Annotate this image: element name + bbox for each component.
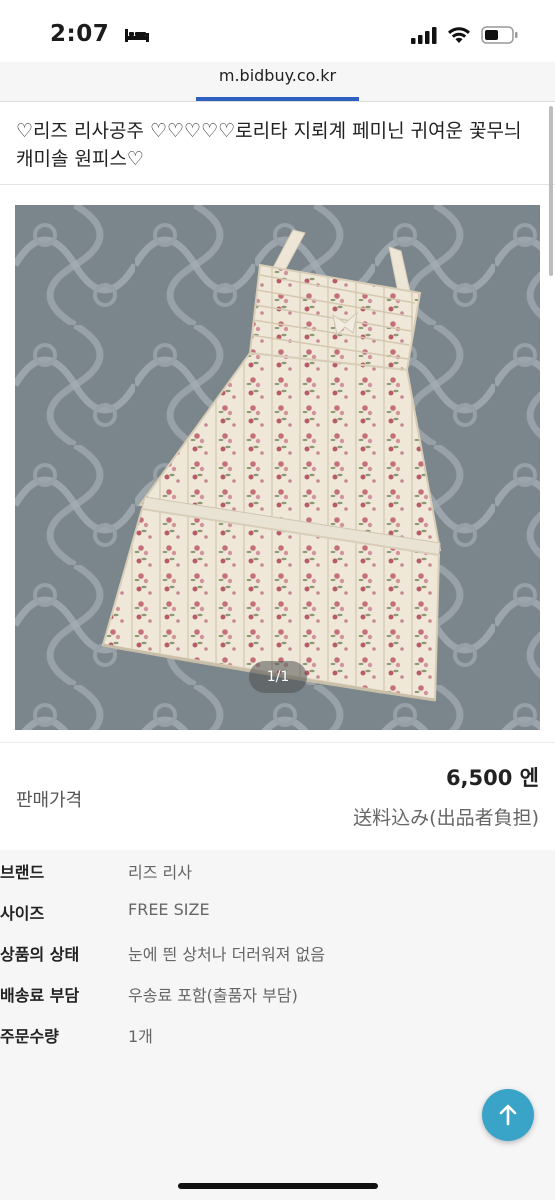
detail-value: 우송료 포함(출품자 부담): [128, 986, 298, 1005]
detail-row-shipping: 배송료 부담 우송료 포함(출품자 부담): [0, 982, 555, 1012]
url-text[interactable]: m.bidbuy.co.kr: [0, 66, 555, 85]
detail-row-quantity: 주문수량 1개: [0, 1023, 555, 1053]
detail-row-size: 사이즈 FREE SIZE: [0, 900, 555, 930]
detail-key: 주문수량: [0, 1027, 59, 1046]
status-time: 2:07: [50, 21, 110, 47]
detail-row-condition: 상품의 상태 눈에 띈 상처나 더러워져 없음: [0, 941, 555, 971]
bed-icon: [124, 28, 149, 42]
dress-photo: [15, 205, 540, 730]
detail-value: 리즈 리사: [128, 863, 192, 882]
detail-key: 배송료 부담: [0, 986, 80, 1005]
wifi-icon: [448, 26, 470, 43]
image-counter: 1/1: [249, 661, 307, 693]
detail-value: 눈에 띈 상처나 더러워져 없음: [128, 945, 325, 964]
shipping-note: 送料込み(出品者負担): [353, 807, 539, 829]
detail-value: FREE SIZE: [128, 900, 210, 919]
product-title: ♡리즈 리사공주 ♡♡♡♡♡로리타 지뢰계 페미닌 귀여운 꽃무늬 캐미솔 원피…: [16, 120, 522, 170]
battery-icon: [481, 26, 518, 44]
status-bar: 2:07: [0, 0, 555, 62]
detail-key: 상품의 상태: [0, 945, 80, 964]
status-time-group: 2:07: [50, 21, 150, 47]
title-section: ♡리즈 리사공주 ♡♡♡♡♡로리타 지뢰계 페미닌 귀여운 꽃무늬 캐미솔 원피…: [0, 102, 555, 185]
detail-row-brand: 브랜드 리즈 리사: [0, 859, 555, 889]
page-scrollbar[interactable]: [549, 106, 553, 276]
address-bar[interactable]: m.bidbuy.co.kr: [0, 62, 555, 102]
signal-icon: [411, 26, 437, 44]
status-icons: [411, 26, 519, 44]
detail-key: 브랜드: [0, 863, 45, 882]
scroll-top-button[interactable]: [482, 1089, 534, 1141]
price-value: 6,500 엔: [445, 766, 539, 790]
arrow-up-icon: [499, 1104, 517, 1126]
product-image[interactable]: [15, 205, 540, 730]
divider: [0, 742, 555, 743]
detail-key: 사이즈: [0, 904, 45, 923]
home-indicator[interactable]: [178, 1183, 378, 1189]
detail-value: 1개: [128, 1027, 153, 1046]
price-label: 판매가격: [16, 790, 83, 811]
